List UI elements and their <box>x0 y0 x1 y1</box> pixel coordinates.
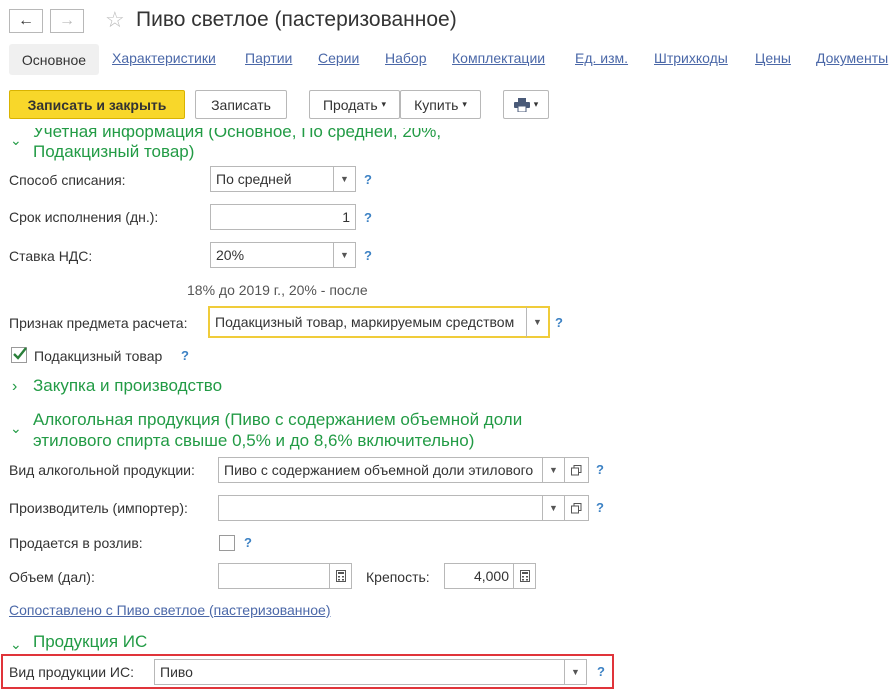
volume-calculator-button[interactable] <box>330 563 352 589</box>
mapped-product-link[interactable]: Сопоставлено с Пиво светлое (пастеризова… <box>9 602 331 618</box>
help-icon[interactable]: ? <box>597 664 605 679</box>
vat-hint: 18% до 2019 г., 20% - после <box>187 282 368 298</box>
is-kind-dropdown[interactable]: ▼ <box>565 659 587 685</box>
tab-kits[interactable]: Комплектации <box>452 50 545 66</box>
vat-dropdown[interactable]: ▼ <box>334 242 356 268</box>
strength-field[interactable]: 4,000 <box>444 563 514 589</box>
write-off-label: Способ списания: <box>9 172 126 188</box>
help-icon[interactable]: ? <box>596 462 604 477</box>
producer-label: Производитель (импортер): <box>9 500 188 516</box>
help-icon[interactable]: ? <box>596 500 604 515</box>
chevron-down-icon: ▼ <box>340 250 349 260</box>
is-kind-field[interactable]: Пиво <box>154 659 565 685</box>
back-button[interactable]: ← <box>9 9 43 33</box>
help-icon[interactable]: ? <box>364 172 372 187</box>
volume-field[interactable] <box>218 563 330 589</box>
help-icon[interactable]: ? <box>364 210 372 225</box>
tab-set[interactable]: Набор <box>385 50 427 66</box>
purchase-section-header[interactable]: Закупка и производство <box>33 376 222 396</box>
vat-field[interactable]: 20% <box>210 242 334 268</box>
forward-button[interactable]: → <box>50 9 84 33</box>
save-button[interactable]: Записать <box>195 90 287 119</box>
sell-button[interactable]: Продать ▾ <box>309 90 400 119</box>
buy-button[interactable]: Купить ▾ <box>400 90 481 119</box>
tab-characteristics[interactable]: Характеристики <box>112 50 216 66</box>
is-products-section-header[interactable]: Продукция ИС <box>33 632 147 652</box>
dropdown-arrow-icon: ▾ <box>381 99 387 109</box>
save-and-close-button[interactable]: Записать и закрыть <box>9 90 185 119</box>
dropdown-arrow-icon: ▾ <box>533 99 539 109</box>
alcohol-kind-field[interactable]: Пиво с содержанием объемной доли этилово… <box>218 457 543 483</box>
draft-label: Продается в розлив: <box>9 535 143 551</box>
chevron-down-icon: ▼ <box>340 174 349 184</box>
star-icon[interactable]: ☆ <box>105 7 125 33</box>
calculator-icon <box>519 570 530 582</box>
producer-open[interactable] <box>565 495 589 521</box>
chevron-down-icon: ▼ <box>549 465 558 475</box>
open-window-icon <box>571 502 582 513</box>
dropdown-arrow-icon: ▾ <box>462 99 467 109</box>
window-title: Пиво светлое (пастеризованное) <box>136 8 457 31</box>
calc-sign-field[interactable]: Подакцизный товар, маркируемым средством <box>208 306 526 338</box>
printer-icon <box>513 97 530 112</box>
alcohol-kind-dropdown[interactable]: ▼ <box>543 457 565 483</box>
tab-prices[interactable]: Цены <box>755 50 791 66</box>
tab-documents[interactable]: Документы <box>816 50 888 66</box>
arrow-right-icon: → <box>59 12 75 29</box>
chevron-right-icon[interactable]: › <box>12 378 17 396</box>
help-icon[interactable]: ? <box>181 348 189 363</box>
calc-sign-dropdown[interactable]: ▼ <box>526 306 550 338</box>
chevron-down-icon[interactable]: ⌄ <box>10 420 22 437</box>
accounting-section-header[interactable]: Учетная информация (Основное, По средней… <box>33 128 441 162</box>
chevron-down-icon[interactable]: ⌄ <box>10 132 22 149</box>
alcohol-section-header[interactable]: Алкогольная продукция (Пиво с содержание… <box>33 409 522 451</box>
chevron-down-icon: ▼ <box>571 667 580 677</box>
tab-main[interactable]: Основное <box>9 44 99 75</box>
calculator-icon <box>335 570 346 582</box>
producer-dropdown[interactable]: ▼ <box>543 495 565 521</box>
tab-units[interactable]: Ед. изм. <box>575 50 628 66</box>
tab-series[interactable]: Серии <box>318 50 359 66</box>
alcohol-kind-label: Вид алкогольной продукции: <box>9 462 195 478</box>
term-field[interactable]: 1 <box>210 204 356 230</box>
tab-batches[interactable]: Партии <box>245 50 292 66</box>
volume-label: Объем (дал): <box>9 569 95 585</box>
is-kind-label: Вид продукции ИС: <box>9 664 134 680</box>
strength-label: Крепость: <box>366 569 430 585</box>
producer-field[interactable] <box>218 495 543 521</box>
help-icon[interactable]: ? <box>364 248 372 263</box>
help-icon[interactable]: ? <box>244 535 252 550</box>
write-off-field[interactable]: По средней <box>210 166 334 192</box>
chevron-down-icon: ▼ <box>549 503 558 513</box>
write-off-dropdown[interactable]: ▼ <box>334 166 356 192</box>
checkmark-icon <box>13 347 27 360</box>
open-window-icon <box>571 464 582 475</box>
arrow-left-icon: ← <box>18 12 34 29</box>
tab-barcodes[interactable]: Штрихкоды <box>654 50 728 66</box>
excise-checkbox[interactable] <box>11 347 27 363</box>
alcohol-kind-open[interactable] <box>565 457 589 483</box>
chevron-down-icon: ▼ <box>533 317 542 327</box>
chevron-down-icon[interactable]: ⌄ <box>10 636 22 653</box>
draft-checkbox[interactable] <box>219 535 235 551</box>
excise-label: Подакцизный товар <box>34 348 163 364</box>
vat-label: Ставка НДС: <box>9 248 93 264</box>
term-label: Срок исполнения (дн.): <box>9 209 159 225</box>
print-button[interactable]: ▾ <box>503 90 549 119</box>
strength-calculator-button[interactable] <box>514 563 536 589</box>
calc-sign-label: Признак предмета расчета: <box>9 315 188 331</box>
help-icon[interactable]: ? <box>555 315 563 330</box>
